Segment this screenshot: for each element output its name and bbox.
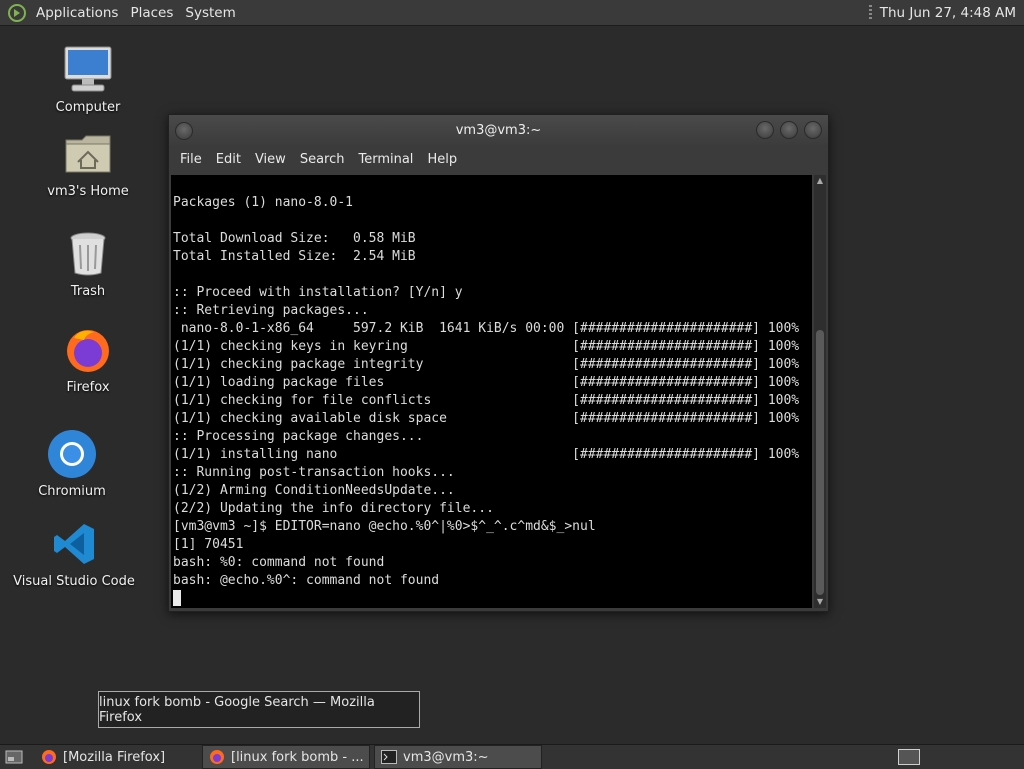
desktop-icon-trash[interactable]: Trash [28, 228, 148, 299]
top-panel: Applications Places System Thu Jun 27, 4… [0, 0, 1024, 26]
desktop-icon-label: Chromium [38, 484, 106, 499]
vscode-icon [48, 518, 100, 570]
window-title: vm3@vm3:~ [455, 122, 542, 138]
desktop-icon-firefox[interactable]: Firefox [28, 324, 148, 395]
terminal-line: :: Proceed with installation? [Y/n] y [173, 285, 463, 300]
terminal-line: (1/1) checking for file conflicts [#####… [173, 393, 800, 408]
terminal-line: (1/2) Arming ConditionNeedsUpdate... [173, 483, 455, 498]
minimize-button[interactable] [756, 121, 774, 139]
menu-applications[interactable]: Applications [30, 5, 124, 21]
desktop-icon-label: Trash [70, 284, 106, 299]
terminal-menubar: File Edit View Search Terminal Help [169, 145, 828, 173]
panel-separator [868, 4, 872, 21]
terminal-line: Packages (1) nano-8.0-1 [173, 195, 354, 210]
bottom-panel: [Mozilla Firefox] [linux fork bomb - ...… [0, 744, 1024, 769]
firefox-icon [209, 749, 225, 765]
show-desktop-icon[interactable] [4, 749, 24, 765]
menu-search[interactable]: Search [293, 152, 352, 167]
desktop-icon-label: Visual Studio Code [13, 574, 135, 589]
taskbar-item-terminal[interactable]: vm3@vm3:~ [374, 745, 542, 769]
taskbar-item-label: [Mozilla Firefox] [63, 749, 166, 765]
workspace-switcher[interactable] [898, 749, 920, 765]
desktop-icon-label: Computer [55, 100, 121, 115]
terminal-line: [1] 70451 [173, 537, 244, 552]
trash-icon [62, 228, 114, 280]
terminal-line: bash: %0: command not found [173, 555, 385, 570]
clock[interactable]: Thu Jun 27, 4:48 AM [880, 5, 1016, 21]
maximize-button[interactable] [780, 121, 798, 139]
terminal-icon [381, 749, 397, 765]
terminal-line: Total Download Size: 0.58 MiB [173, 231, 416, 246]
menu-view[interactable]: View [248, 152, 293, 167]
chromium-icon [46, 428, 98, 480]
menu-help[interactable]: Help [420, 152, 464, 167]
applications-logo-icon[interactable] [8, 3, 26, 22]
window-menu-button[interactable] [175, 122, 193, 140]
terminal-line: Total Installed Size: 2.54 MiB [173, 249, 416, 264]
scroll-thumb[interactable] [816, 330, 824, 595]
terminal-line: bash: @echo.%0^: command not found [173, 573, 440, 588]
taskbar-item-firefox-search[interactable]: [linux fork bomb - ... [202, 745, 370, 769]
scroll-up-arrow-icon[interactable]: ▲ [814, 175, 826, 187]
taskbar-item-label: [linux fork bomb - ... [231, 749, 364, 765]
close-button[interactable] [804, 121, 822, 139]
terminal-line: :: Processing package changes... [173, 429, 424, 444]
firefox-icon [41, 749, 57, 765]
menu-places[interactable]: Places [124, 5, 179, 21]
terminal-output[interactable]: Packages (1) nano-8.0-1 Total Download S… [171, 175, 812, 608]
scroll-down-arrow-icon[interactable]: ▼ [814, 596, 826, 608]
terminal-text: Packages (1) nano-8.0-1 Total Download S… [173, 194, 799, 608]
taskbar-tooltip: linux fork bomb - Google Search — Mozill… [98, 691, 420, 728]
terminal-line: (1/1) checking available disk space [###… [173, 411, 800, 426]
terminal-scrollbar[interactable]: ▲ ▼ [814, 175, 826, 608]
menu-file[interactable]: File [173, 152, 209, 167]
taskbar-item-label: vm3@vm3:~ [403, 749, 489, 765]
terminal-line: (1/1) loading package files [###########… [173, 375, 800, 390]
terminal-line: (1/1) installing nano [#################… [173, 447, 800, 462]
terminal-window[interactable]: vm3@vm3:~ File Edit View Search Terminal… [168, 114, 829, 612]
desktop-icon-label: vm3's Home [47, 184, 129, 199]
terminal-line: (1/1) checking package integrity [######… [173, 357, 800, 372]
menu-system[interactable]: System [179, 5, 241, 21]
window-titlebar[interactable]: vm3@vm3:~ [169, 115, 828, 145]
terminal-line: :: Retrieving packages... [173, 303, 369, 318]
terminal-line: (2/2) Updating the info directory file..… [173, 501, 494, 516]
terminal-line: (1/1) checking keys in keyring [########… [173, 339, 800, 354]
menu-terminal[interactable]: Terminal [351, 152, 420, 167]
firefox-icon [62, 324, 114, 376]
desktop-icon-label: Firefox [66, 380, 110, 395]
computer-icon [62, 44, 114, 96]
desktop-icon-computer[interactable]: Computer [28, 44, 148, 115]
desktop-icon-home[interactable]: vm3's Home [28, 128, 148, 199]
terminal-line: [vm3@vm3 ~]$ EDITOR=nano @echo.%0^|%0>$^… [173, 519, 596, 534]
terminal-cursor [173, 590, 799, 608]
terminal-line: nano-8.0-1-x86_64 597.2 KiB 1641 KiB/s 0… [173, 321, 800, 336]
menu-edit[interactable]: Edit [209, 152, 248, 167]
taskbar-item-firefox[interactable]: [Mozilla Firefox] [34, 745, 198, 769]
desktop-icon-chromium[interactable]: Chromium [12, 428, 132, 499]
terminal-line: :: Running post-transaction hooks... [173, 465, 455, 480]
home-folder-icon [62, 128, 114, 180]
desktop-icon-vscode[interactable]: Visual Studio Code [13, 518, 135, 589]
